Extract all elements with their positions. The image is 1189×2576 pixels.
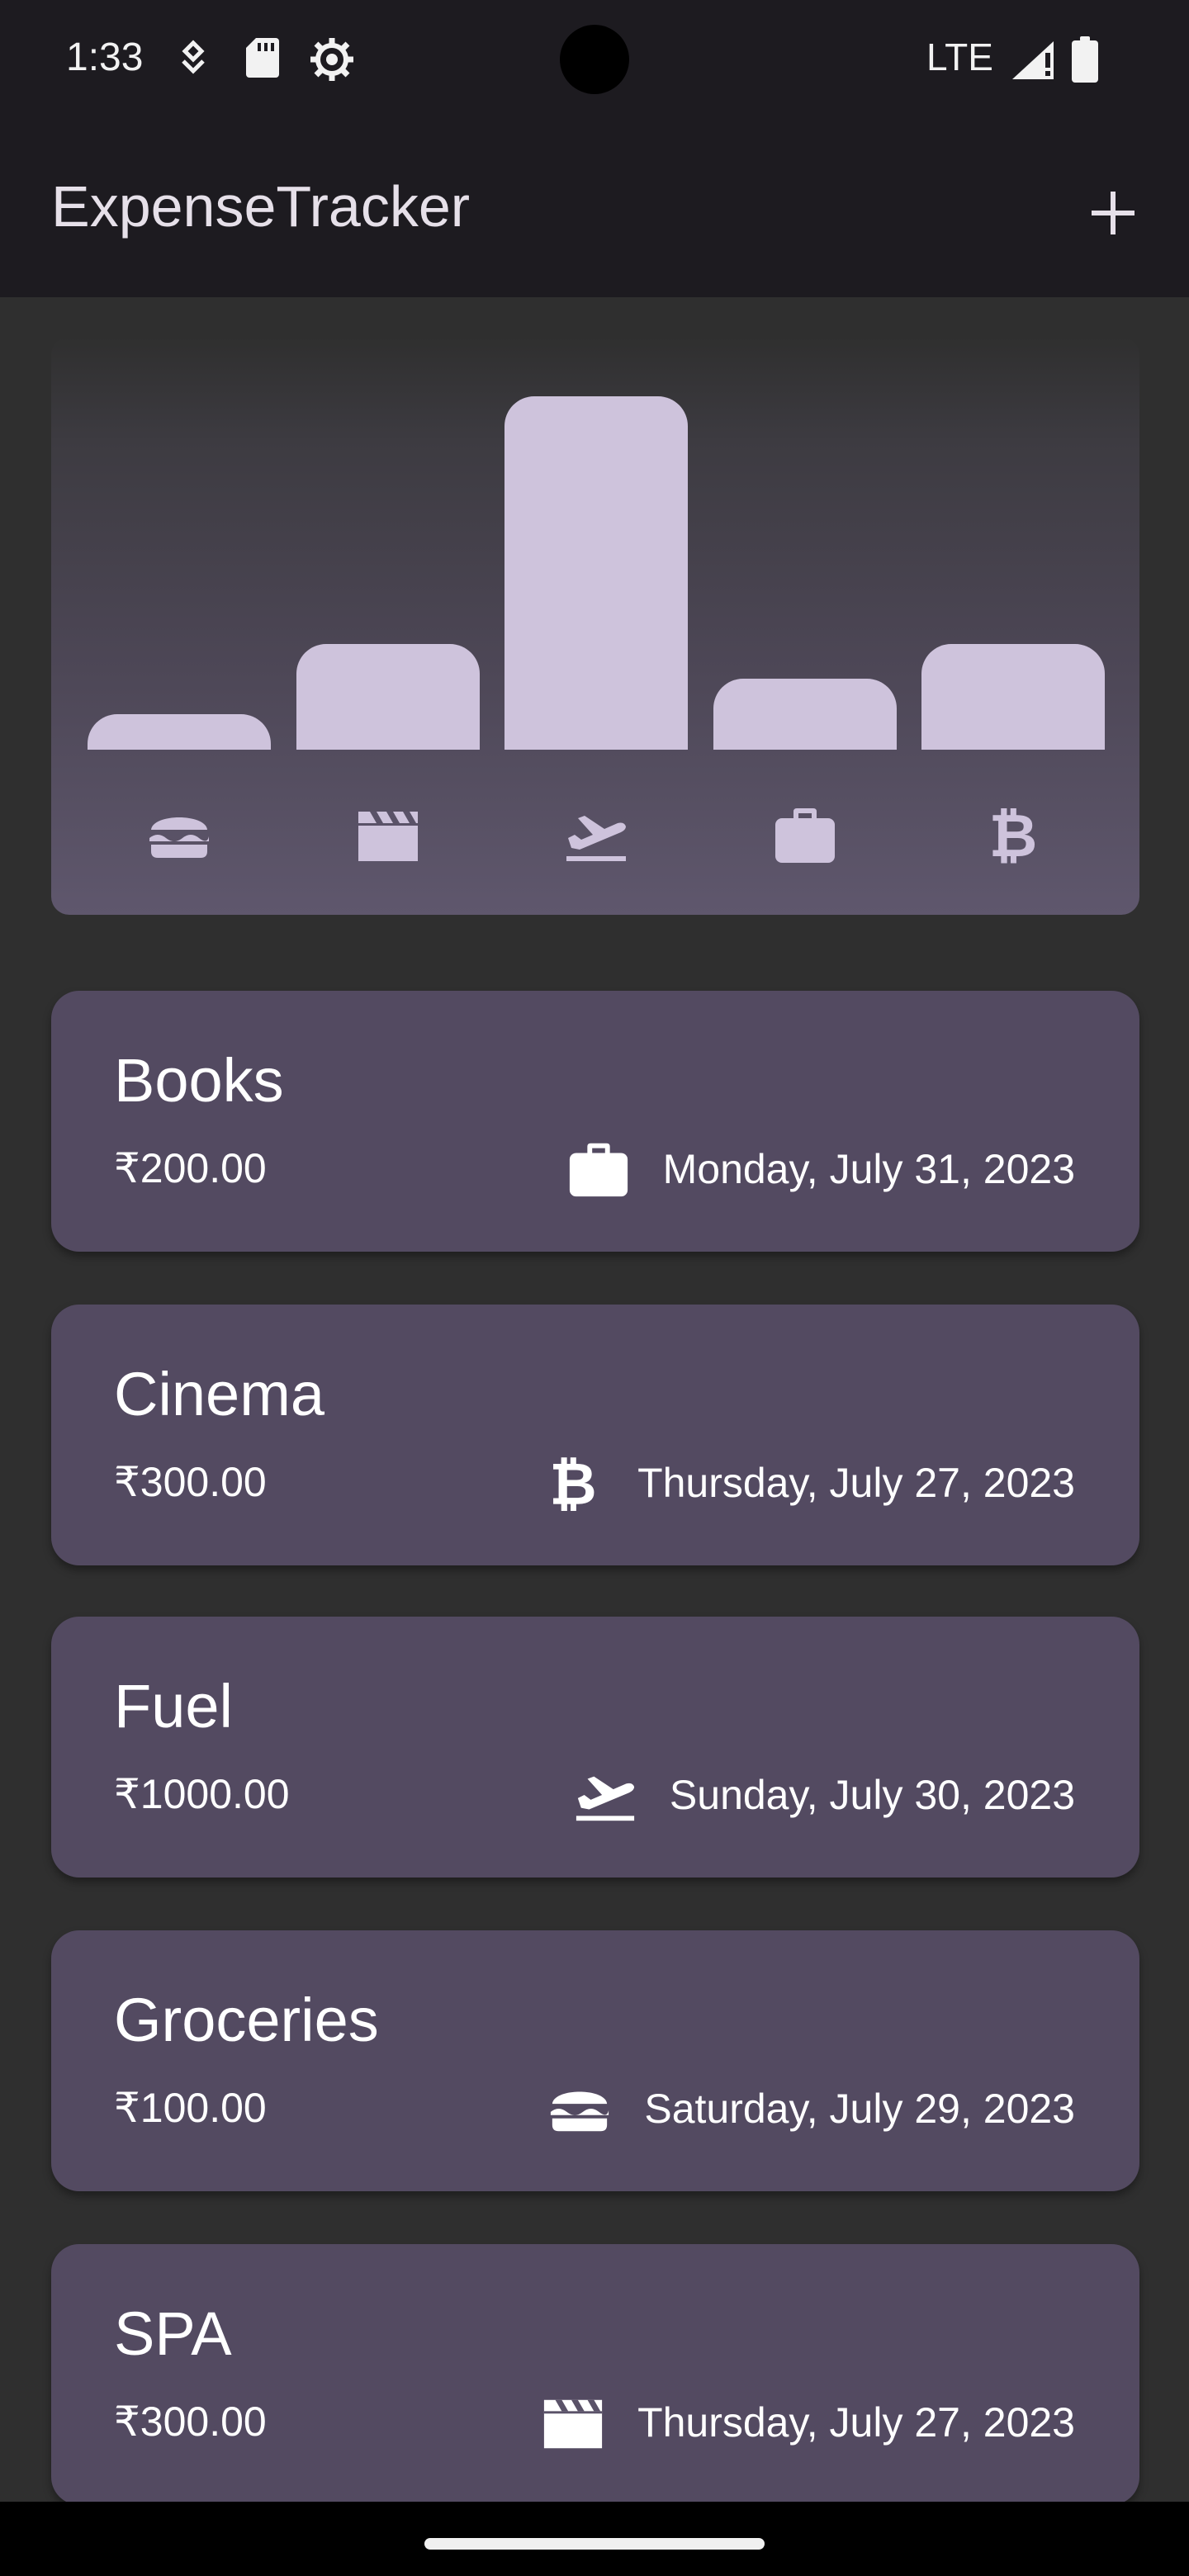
chart-bars [88, 337, 1105, 750]
chart-bar-leisure [296, 643, 480, 750]
expense-date: Thursday, July 27, 2023 [637, 1460, 1075, 1506]
briefcase-icon [566, 1136, 632, 1202]
camera-cutout [560, 25, 629, 94]
expense-date: Saturday, July 29, 2023 [644, 2086, 1075, 2132]
usb-debug-icon [177, 40, 210, 80]
expense-date: Monday, July 31, 2023 [662, 1146, 1075, 1192]
home-gesture-handle[interactable] [424, 2538, 765, 2550]
navigation-bar [0, 2502, 1189, 2576]
movie-clapper-icon [540, 2389, 606, 2455]
expense-amount: ₹300.00 [114, 2398, 267, 2445]
battery-icon [1072, 36, 1098, 87]
expense-meta: Monday, July 31, 2023 [566, 1136, 1075, 1202]
expense-meta: ₿ Thursday, July 27, 2023 [540, 1450, 1075, 1516]
expense-chart: ₿ [51, 337, 1139, 915]
expense-amount: ₹1000.00 [114, 1771, 290, 1817]
expense-card[interactable]: Cinema ₹300.00 ₿ Thursday, July 27, 2023 [51, 1305, 1139, 1565]
expense-title: Books [114, 1046, 284, 1115]
briefcase-icon [713, 789, 897, 880]
expense-amount: ₹100.00 [114, 2085, 267, 2131]
expense-card[interactable]: Fuel ₹1000.00 Sunday, July 30, 2023 [51, 1617, 1139, 1878]
movie-clapper-icon [296, 789, 480, 880]
expense-meta: Thursday, July 27, 2023 [540, 2389, 1075, 2455]
chart-bar-travel [504, 396, 688, 750]
burger-icon [547, 2076, 613, 2142]
expense-card[interactable]: SPA ₹300.00 Thursday, July 27, 2023 [51, 2244, 1139, 2505]
expense-title: SPA [114, 2299, 232, 2368]
expense-date: Thursday, July 27, 2023 [637, 2399, 1075, 2446]
bitcoin-icon: ₿ [921, 789, 1105, 880]
expense-amount: ₹200.00 [114, 1145, 267, 1191]
expense-title: Fuel [114, 1672, 233, 1740]
app-bar: ExpenseTracker [0, 132, 1189, 297]
svg-text:₿: ₿ [989, 802, 1038, 868]
chart-bar-work [713, 679, 897, 750]
expense-card[interactable]: Groceries ₹100.00 Saturday, July 29, 202… [51, 1930, 1139, 2191]
status-bar: 1:33 LTE [0, 0, 1189, 132]
expense-meta: Sunday, July 30, 2023 [572, 1762, 1075, 1828]
expense-title: Groceries [114, 1986, 379, 2054]
status-time: 1:33 [66, 36, 144, 79]
expense-title: Cinema [114, 1360, 324, 1428]
expense-card[interactable]: Books ₹200.00 Monday, July 31, 2023 [51, 991, 1139, 1252]
flight-takeoff-icon [572, 1762, 638, 1828]
expense-meta: Saturday, July 29, 2023 [547, 2076, 1075, 2142]
chart-bar-food [88, 714, 271, 750]
burger-icon [88, 789, 271, 880]
expense-date: Sunday, July 30, 2023 [669, 1772, 1075, 1818]
app-title: ExpenseTracker [51, 174, 471, 239]
signal-icon [1012, 41, 1055, 83]
plus-icon [1092, 192, 1135, 234]
settings-gear-icon [309, 36, 355, 87]
bitcoin-icon: ₿ [540, 1450, 606, 1516]
expense-amount: ₹300.00 [114, 1459, 267, 1505]
add-expense-button[interactable] [1073, 173, 1153, 253]
network-type: LTE [926, 36, 993, 78]
flight-takeoff-icon [504, 789, 688, 880]
chart-bar-other [921, 643, 1105, 750]
svg-text:₿: ₿ [549, 1451, 596, 1515]
sd-card-icon [246, 38, 279, 82]
